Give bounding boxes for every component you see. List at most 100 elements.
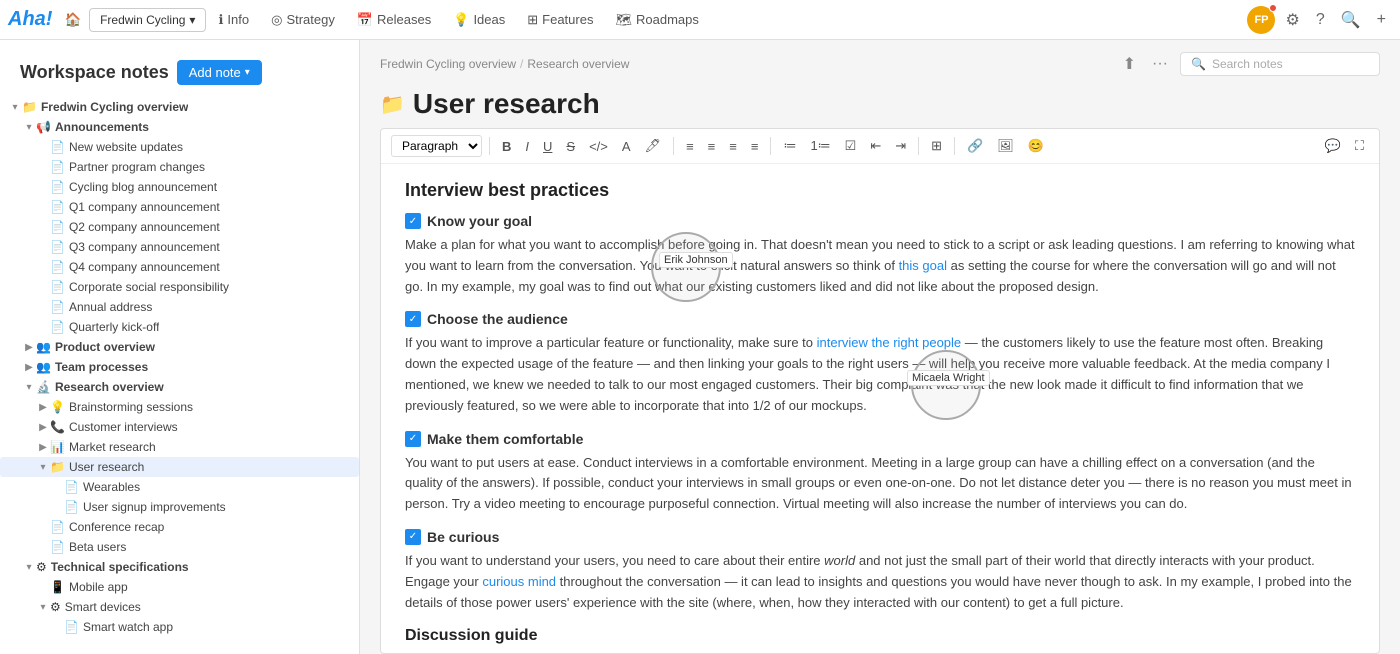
tree-label-mobile-app: Mobile app [69,580,128,594]
paragraph-style-select[interactable]: Paragraph [391,135,482,157]
sidebar-item-user-signup-improvements[interactable]: ▶📄User signup improvements [0,497,359,517]
section-be-curious-body: If you want to understand your users, yo… [405,551,1355,613]
tree-label-announcements: Announcements [55,120,149,134]
link-button[interactable]: 🔗 [962,136,988,156]
tree-icon-technical-specifications: ⚙ [36,560,47,574]
justify-button[interactable]: ≡ [746,137,764,156]
breadcrumb-item-1[interactable]: Fredwin Cycling overview [380,57,516,71]
tree-icon-q4-company-announcement: 📄 [50,260,65,274]
help-button[interactable]: ? [1310,7,1331,33]
sidebar-item-technical-specifications[interactable]: ▾⚙ Technical specifications [0,557,359,577]
sidebar-item-market-research[interactable]: ▶📊Market research [0,437,359,457]
sidebar-item-fredwin-cycling-overview[interactable]: ▾📁Fredwin Cycling overview [0,97,359,117]
sidebar-item-product-overview[interactable]: ▶👥Product overview [0,337,359,357]
editor-body[interactable]: Erik Johnson Micaela Wright Interview be… [381,164,1379,653]
sidebar-item-cycling-blog-announcement[interactable]: ▶📄Cycling blog announcement [0,177,359,197]
table-button[interactable]: ⊞ [926,136,947,156]
user-avatar[interactable]: FP [1247,6,1275,34]
increase-indent-button[interactable]: ⇥ [890,136,911,156]
nav-releases-label: Releases [377,12,431,27]
code-button[interactable]: </> [584,137,613,156]
sidebar-item-annual-address[interactable]: ▶📄Annual address [0,297,359,317]
strikethrough-button[interactable]: S [561,137,580,156]
tree-arrow-technical-specifications: ▾ [22,562,36,573]
check-icon-4: ✓ [405,529,421,545]
sidebar-item-beta-users[interactable]: ▶📄Beta users [0,537,359,557]
more-options-button[interactable]: ··· [1148,53,1172,75]
curious-mind-link[interactable]: curious mind [482,574,556,589]
nav-roadmaps-button[interactable]: 🗺 Roadmaps [605,8,708,32]
chevron-down-icon: ▾ [189,13,195,27]
emoji-button[interactable]: 😊 [1023,136,1049,156]
content-header: Fredwin Cycling overview / Research over… [360,40,1400,84]
tree-label-technical-specifications: Technical specifications [51,560,189,574]
sidebar-item-brainstorming-sessions[interactable]: ▶💡Brainstorming sessions [0,397,359,417]
section-choose-audience: ✓ Choose the audience If you want to imp… [405,311,1355,416]
nav-releases-button[interactable]: 📅 Releases [347,8,441,32]
home-button[interactable]: 🏠 [58,8,87,32]
add-note-button[interactable]: Add note ▾ [177,60,262,85]
nav-info-button[interactable]: ℹ Info [208,8,259,32]
workspace-selector[interactable]: Fredwin Cycling ▾ [89,8,206,32]
nav-info-label: Info [227,12,249,27]
align-right-button[interactable]: ≡ [724,137,742,156]
section-make-comfortable-body: You want to put users at ease. Conduct i… [405,453,1355,515]
sidebar-item-research-overview[interactable]: ▾🔬Research overview [0,377,359,397]
search-notes-bar[interactable]: 🔍 Search notes [1180,52,1380,76]
bullet-list-button[interactable]: ≔ [778,136,801,156]
bold-button[interactable]: B [497,137,516,156]
sidebar-item-partner-program-changes[interactable]: ▶📄Partner program changes [0,157,359,177]
tree-label-q3-company-announcement: Q3 company announcement [69,240,220,254]
image-button[interactable]: 🖼 [992,136,1019,156]
tree-label-beta-users: Beta users [69,540,126,554]
font-color-button[interactable]: A [617,137,636,156]
comment-button[interactable]: 💬 [1320,136,1346,156]
nav-strategy-button[interactable]: ◎ Strategy [261,8,345,32]
sidebar-item-quarterly-kick-off[interactable]: ▶📄Quarterly kick-off [0,317,359,337]
top-navigation: Aha! 🏠 Fredwin Cycling ▾ ℹ Info ◎ Strate… [0,0,1400,40]
home-icon: 🏠 [64,12,81,27]
sidebar-item-q4-company-announcement[interactable]: ▶📄Q4 company announcement [0,257,359,277]
highlight-button[interactable]: 🖊 [640,136,667,156]
sidebar-item-smart-devices[interactable]: ▾⚙Smart devices [0,597,359,617]
interview-right-people-link[interactable]: interview the right people [817,335,962,350]
sidebar-item-q3-company-announcement[interactable]: ▶📄Q3 company announcement [0,237,359,257]
app-logo: Aha! [8,8,52,31]
tree-label-user-signup-improvements: User signup improvements [83,500,226,514]
fullscreen-button[interactable]: ⛶ [1350,136,1369,156]
sidebar-item-q1-company-announcement[interactable]: ▶📄Q1 company announcement [0,197,359,217]
sidebar-item-smart-watch-app[interactable]: ▶📄Smart watch app [0,617,359,637]
share-button[interactable]: ⬆ [1119,52,1140,76]
align-left-button[interactable]: ≡ [681,137,699,156]
sidebar-item-mobile-app[interactable]: ▶📱Mobile app [0,577,359,597]
search-button[interactable]: 🔍 [1335,6,1367,34]
this-goal-link[interactable]: this goal [899,258,947,273]
tree-label-conference-recap: Conference recap [69,520,164,534]
nav-ideas-button[interactable]: 💡 Ideas [443,8,515,32]
checklist-button[interactable]: ☑ [840,136,862,156]
sidebar-item-new-website-updates[interactable]: ▶📄New website updates [0,137,359,157]
sidebar-item-user-research[interactable]: ▾📁User research [0,457,359,477]
tree-arrow-market-research: ▶ [36,442,50,453]
underline-button[interactable]: U [538,137,557,156]
tree-icon-wearables: 📄 [64,480,79,494]
tree-icon-corporate-social-responsibility: 📄 [50,280,65,294]
settings-button[interactable]: ⚙ [1279,6,1305,34]
ordered-list-button[interactable]: 1≔ [805,136,835,156]
tree-label-market-research: Market research [69,440,156,454]
align-center-button[interactable]: ≡ [703,137,721,156]
sidebar-item-q2-company-announcement[interactable]: ▶📄Q2 company announcement [0,217,359,237]
italic-button[interactable]: I [520,137,534,156]
sidebar-item-wearables[interactable]: ▶📄Wearables [0,477,359,497]
nav-features-button[interactable]: ⊞ Features [517,8,603,32]
tree-label-annual-address: Annual address [69,300,152,314]
sidebar-item-announcements[interactable]: ▾📢Announcements [0,117,359,137]
add-button[interactable]: + [1371,7,1392,33]
sidebar-item-corporate-social-responsibility[interactable]: ▶📄Corporate social responsibility [0,277,359,297]
breadcrumb-item-2[interactable]: Research overview [527,57,629,71]
sidebar-item-customer-interviews[interactable]: ▶📞Customer interviews [0,417,359,437]
sidebar-item-team-processes[interactable]: ▶👥Team processes [0,357,359,377]
sidebar-item-conference-recap[interactable]: ▶📄Conference recap [0,517,359,537]
decrease-indent-button[interactable]: ⇤ [865,136,886,156]
nav-ideas-label: Ideas [473,12,505,27]
